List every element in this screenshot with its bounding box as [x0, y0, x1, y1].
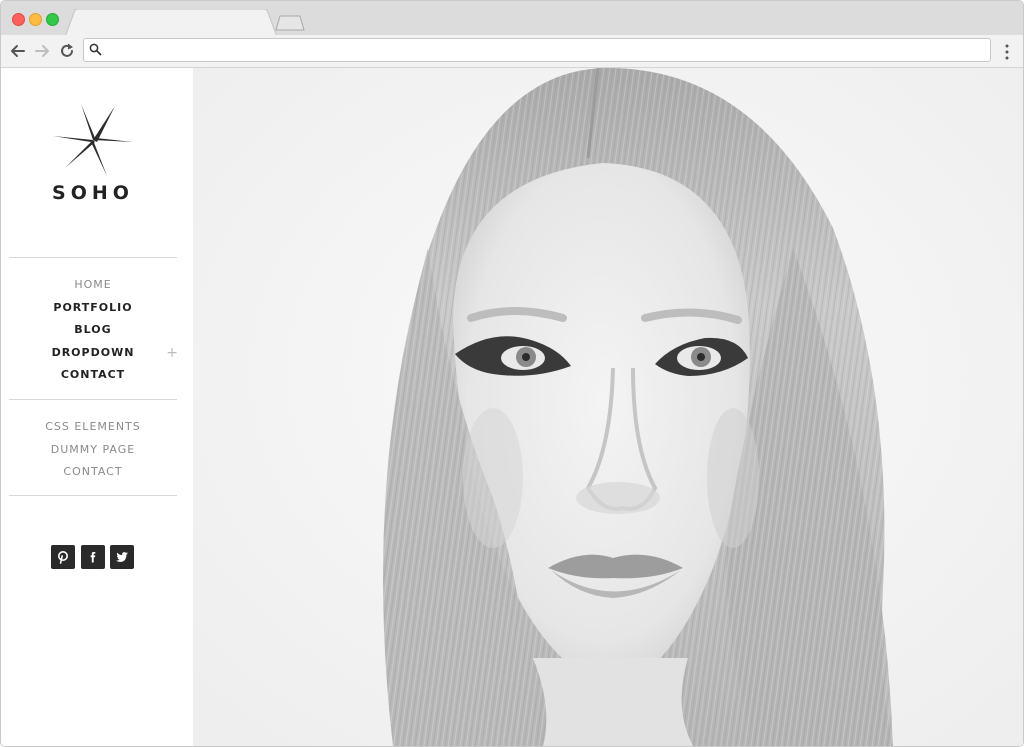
nav-item-contact-secondary[interactable]: CONTACT	[1, 461, 185, 484]
page-content: SOHO HOME PORTFOLIO BLOG DROPDOWN + CONTA…	[1, 68, 1023, 746]
hero-portrait-image	[193, 68, 1023, 746]
pinterest-button[interactable]	[51, 545, 75, 569]
sidebar-divider	[9, 495, 177, 496]
maximize-window-button[interactable]	[46, 13, 59, 26]
nav-item-label: HOME	[74, 278, 112, 291]
facebook-button[interactable]	[81, 545, 105, 569]
nav-item-dropdown[interactable]: DROPDOWN +	[1, 342, 185, 365]
star-logo-icon[interactable]	[51, 102, 135, 178]
secondary-nav: CSS ELEMENTS DUMMY PAGE CONTACT	[1, 416, 185, 484]
close-window-button[interactable]	[12, 13, 25, 26]
nav-item-portfolio[interactable]: PORTFOLIO	[1, 297, 185, 320]
back-arrow-icon[interactable]	[9, 42, 27, 60]
nav-item-css-elements[interactable]: CSS ELEMENTS	[1, 416, 185, 439]
nav-item-label: CSS ELEMENTS	[45, 420, 141, 433]
forward-arrow-icon[interactable]	[33, 42, 51, 60]
sidebar-divider	[9, 399, 177, 400]
nav-item-label: PORTFOLIO	[53, 300, 133, 314]
pinterest-icon	[58, 551, 68, 564]
twitter-button[interactable]	[110, 545, 134, 569]
nav-item-dummy-page[interactable]: DUMMY PAGE	[1, 439, 185, 462]
twitter-icon	[116, 552, 128, 562]
expand-plus-icon[interactable]: +	[166, 342, 179, 365]
sidebar: SOHO HOME PORTFOLIO BLOG DROPDOWN + CONTA…	[1, 68, 193, 746]
nav-item-label: BLOG	[74, 323, 112, 337]
portrait-illustration	[193, 68, 1023, 746]
reload-icon[interactable]	[58, 42, 76, 60]
nav-item-label: CONTACT	[63, 465, 123, 479]
sidebar-divider	[9, 257, 177, 258]
nav-item-contact[interactable]: CONTACT	[1, 364, 185, 387]
nav-item-label: DROPDOWN	[51, 345, 135, 359]
new-tab-button[interactable]	[275, 15, 305, 31]
search-icon	[89, 43, 102, 56]
primary-nav: HOME PORTFOLIO BLOG DROPDOWN + CONTACT	[1, 274, 185, 387]
address-input[interactable]	[106, 41, 980, 59]
nav-item-home[interactable]: HOME	[1, 274, 185, 297]
menu-dots-icon[interactable]	[1000, 43, 1014, 61]
browser-toolbar	[1, 35, 1023, 68]
nav-item-blog[interactable]: BLOG	[1, 319, 185, 342]
browser-window: SOHO HOME PORTFOLIO BLOG DROPDOWN + CONTA…	[0, 0, 1024, 747]
tab-bar	[1, 1, 1023, 37]
social-links	[51, 545, 141, 569]
address-bar[interactable]	[83, 38, 991, 62]
active-tab[interactable]	[65, 9, 277, 37]
minimize-window-button[interactable]	[29, 13, 42, 26]
nav-item-label: CONTACT	[60, 368, 126, 382]
nav-item-label: DUMMY PAGE	[50, 442, 136, 456]
facebook-icon	[90, 552, 96, 563]
site-logo-text[interactable]: SOHO	[1, 182, 185, 204]
